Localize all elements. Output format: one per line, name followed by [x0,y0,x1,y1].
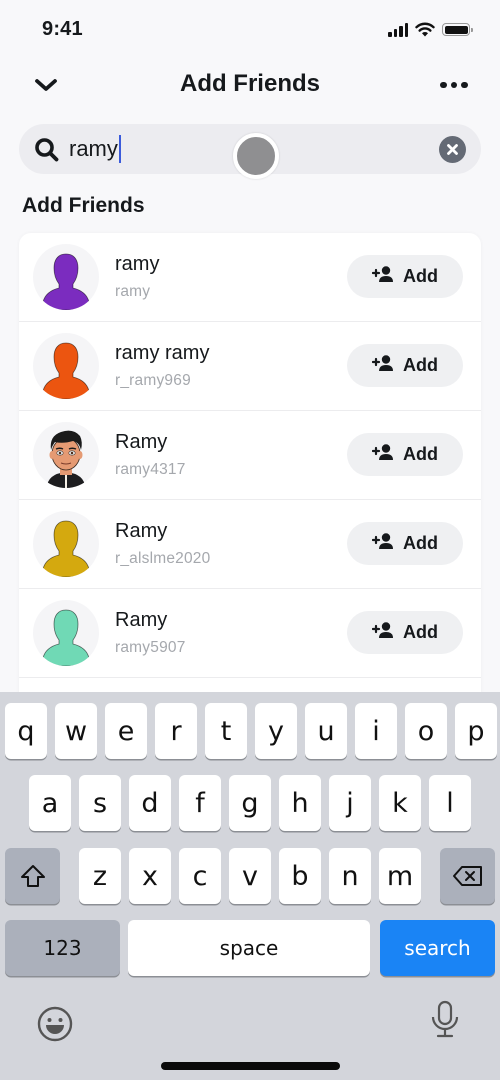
add-friend-icon [371,444,393,460]
key-e[interactable]: e [105,703,147,759]
key-n[interactable]: n [329,848,371,904]
key-b[interactable]: b [279,848,321,904]
result-row[interactable]: ramy ramy r_ramy969 Add [19,322,481,411]
add-label: Add [403,622,438,642]
display-name: Ramy [115,520,168,542]
key-i[interactable]: i [355,703,397,759]
add-label: Add [403,355,438,375]
search-icon [35,138,59,162]
add-friend-icon [371,621,394,644]
status-bar: 9:41 [0,0,500,60]
backspace-icon [452,866,482,886]
add-friend-icon [371,443,394,466]
status-time: 9:41 [42,18,83,40]
add-friend-button[interactable]: Add [347,344,463,387]
more-horizontal-icon [440,81,447,89]
more-dot [450,81,458,89]
display-name: ramy ramy [115,342,210,364]
key-p[interactable]: p [455,703,497,759]
delete-key[interactable] [440,848,495,904]
username: ramy4317 [115,461,186,478]
search-input-value: ramy [69,136,118,161]
key-h[interactable]: h [279,775,321,831]
clear-icon [447,144,458,155]
add-friend-button[interactable]: Add [347,255,463,298]
key-a[interactable]: a [29,775,71,831]
key-m[interactable]: m [379,848,421,904]
add-friend-button[interactable]: Add [347,522,463,565]
emoji-icon[interactable] [36,1005,74,1043]
key-l[interactable]: l [429,775,471,831]
key-s[interactable]: s [79,775,121,831]
more-options-button[interactable] [438,74,470,96]
key-d[interactable]: d [129,775,171,831]
microphone-icon[interactable] [428,999,462,1039]
add-label: Add [403,266,438,286]
key-r[interactable]: r [155,703,197,759]
key-y[interactable]: y [255,703,297,759]
search-key[interactable]: search [380,920,495,976]
add-label: Add [403,533,438,553]
key-x[interactable]: x [129,848,171,904]
shift-key[interactable] [5,848,60,904]
add-friend-icon [371,355,393,371]
username: ramy5907 [115,639,186,656]
shift-icon [20,865,45,887]
page-title: Add Friends [179,70,320,97]
text-caret [118,135,121,163]
keyboard: qwertyuiop asdfghjkl zxcvbnm 123 space s… [0,692,500,1080]
search-results-list: ramy ramy Add ramy ramy r_ramy969 Add Ra… [19,233,481,703]
key-t[interactable]: t [205,703,247,759]
key-j[interactable]: j [329,775,371,831]
space-key[interactable]: space [128,920,370,976]
add-friend-button[interactable]: Add [347,433,463,476]
add-friend-icon [371,354,394,377]
username: ramy [115,283,151,300]
result-row[interactable]: Ramy r_alslme2020 Add [19,500,481,589]
key-w[interactable]: w [55,703,97,759]
avatar[interactable] [33,244,99,310]
key-k[interactable]: k [379,775,421,831]
key-f[interactable]: f [179,775,221,831]
avatar[interactable] [33,511,99,577]
battery-icon [442,23,473,36]
add-friend-icon [371,622,393,638]
clear-search-button[interactable] [439,136,466,163]
result-row[interactable]: ramy ramy Add [19,233,481,322]
username: r_alslme2020 [115,550,211,567]
key-q[interactable]: q [5,703,47,759]
numbers-key[interactable]: 123 [5,920,120,976]
result-row[interactable]: Ramy ramy4317 Add [19,411,481,500]
search-input[interactable]: ramy [69,134,121,164]
add-friend-icon [371,533,393,549]
key-u[interactable]: u [305,703,347,759]
display-name: ramy [115,253,160,275]
username: r_ramy969 [115,372,191,389]
add-friend-icon [371,265,394,288]
key-v[interactable]: v [229,848,271,904]
display-name: Ramy [115,609,168,631]
wifi-icon [415,22,435,37]
add-friend-icon [371,532,394,555]
status-icons [388,22,473,37]
section-heading: Add Friends [22,194,145,217]
cellular-signal-icon [388,22,408,37]
header: Add Friends [0,60,500,110]
home-indicator [161,1062,340,1070]
result-row[interactable]: Ramy ramy5907 Add [19,589,481,678]
key-z[interactable]: z [79,848,121,904]
avatar[interactable] [33,600,99,666]
touch-indicator [233,133,279,179]
avatar[interactable] [33,422,99,488]
add-label: Add [403,444,438,464]
key-o[interactable]: o [405,703,447,759]
add-friend-button[interactable]: Add [347,611,463,654]
key-g[interactable]: g [229,775,271,831]
more-dot [461,81,468,89]
display-name: Ramy [115,431,168,453]
key-c[interactable]: c [179,848,221,904]
add-friend-icon [371,266,393,282]
avatar[interactable] [33,333,99,399]
